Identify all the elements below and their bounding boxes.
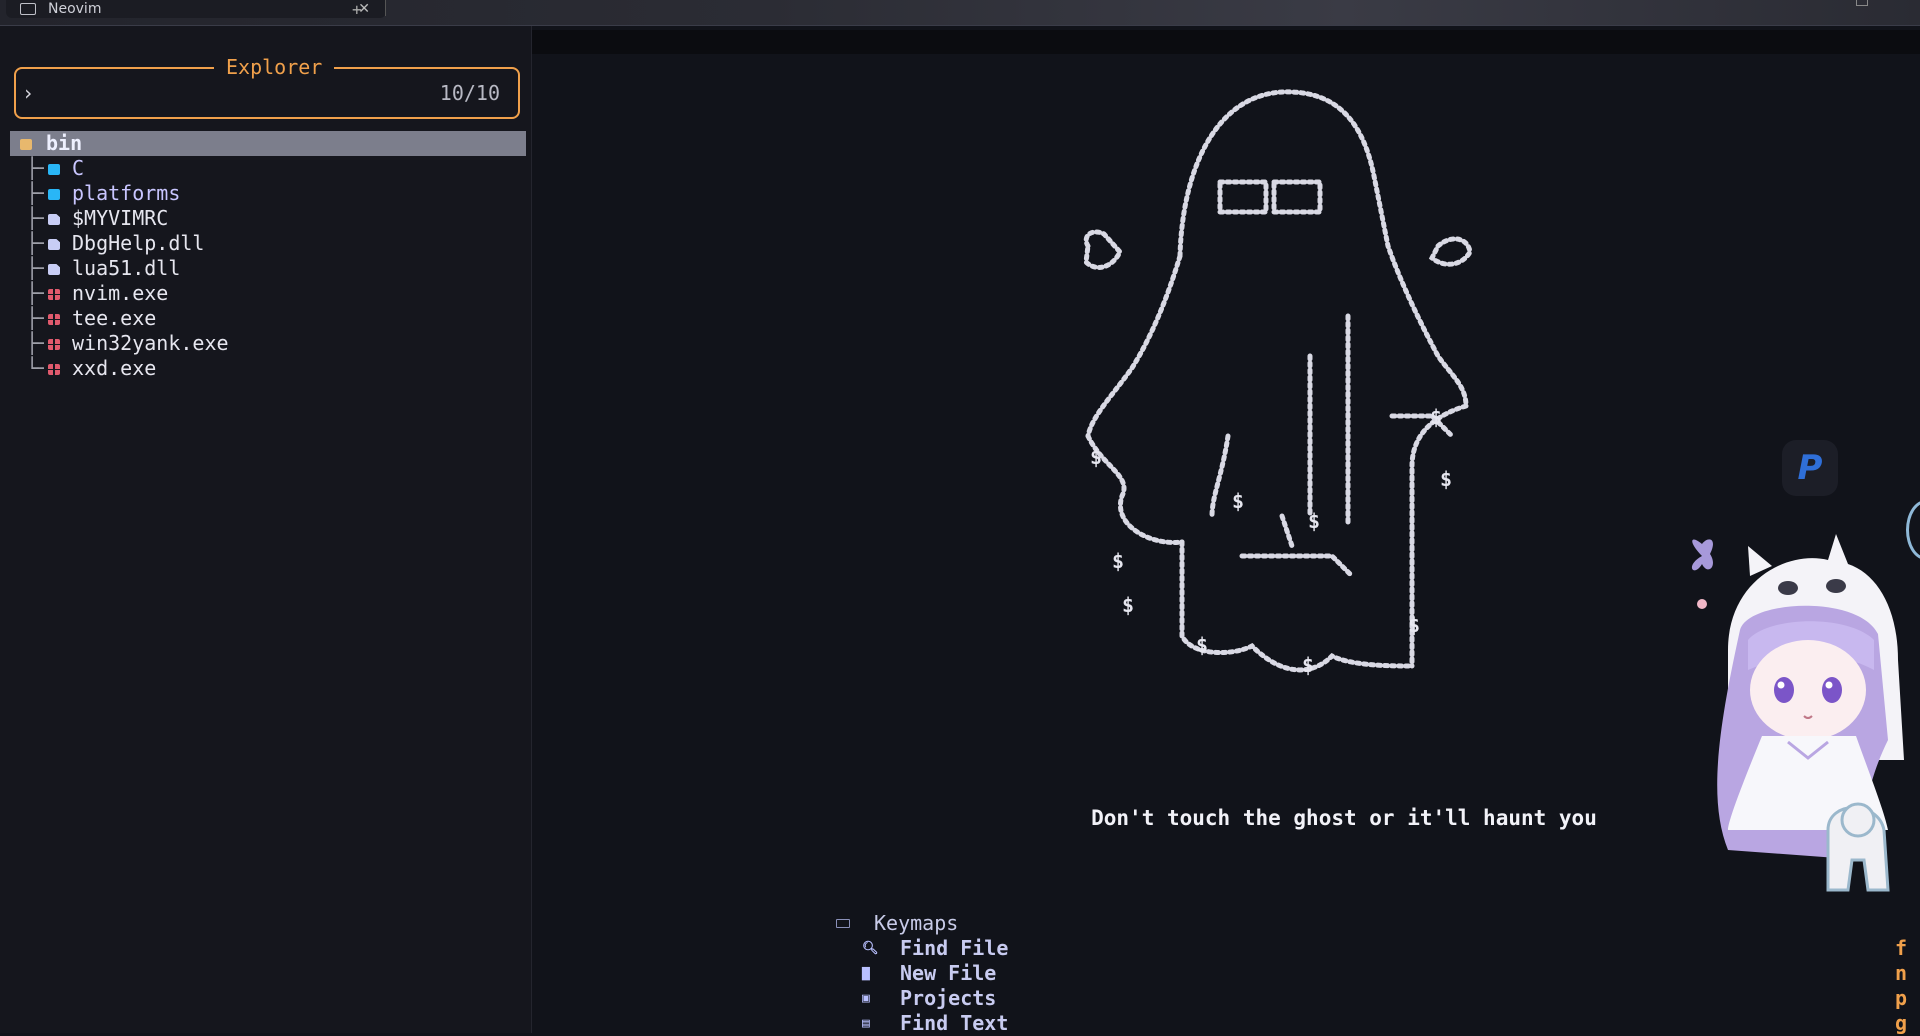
tree-guide: ├╴	[26, 156, 51, 180]
tree-item-platforms[interactable]: ├╴ platforms	[10, 181, 526, 206]
svg-text:$: $	[1112, 549, 1124, 573]
folder-open-icon	[20, 139, 32, 150]
keymap-key: f	[1895, 936, 1908, 960]
explorer-sidebar: Explorer › 10/10 bin ├╴ C ├╴ platforms ├…	[0, 26, 532, 1033]
projects-icon: ▣	[862, 991, 870, 1006]
keymap-key: n	[1895, 961, 1908, 985]
tree-guide: ├╴	[26, 181, 51, 205]
svg-text:$: $	[1308, 509, 1320, 533]
top-strip	[532, 30, 1920, 54]
tab-neovim[interactable]: Neovim ✕	[6, 0, 386, 18]
keymaps-title: Keymaps	[874, 911, 959, 935]
svg-text:$: $	[1440, 467, 1452, 491]
title-bar: Neovim ✕ +	[0, 0, 1920, 26]
tree-item-xxd[interactable]: └╴ xxd.exe	[10, 356, 526, 381]
chevron-right-icon: ›	[22, 81, 35, 105]
tree-guide: ├╴	[26, 331, 51, 355]
svg-text:$: $	[1196, 633, 1208, 657]
svg-text:$: $	[1408, 613, 1420, 637]
tree-item-label: C	[72, 156, 85, 180]
svg-text:$: $	[1122, 593, 1134, 617]
explorer-title: Explorer	[214, 54, 335, 80]
tree-item-tee[interactable]: ├╴ tee.exe	[10, 306, 526, 331]
butterfly-icon	[1691, 539, 1713, 571]
keymap-label: Find File	[900, 936, 1009, 960]
tree-item-label: xxd.exe	[72, 356, 157, 380]
tree-guide: ├╴	[26, 256, 51, 280]
tree-item-label: win32yank.exe	[72, 331, 229, 355]
keymap-find-text[interactable]: ▤ Find Text g	[832, 1011, 1907, 1036]
explorer-prompt[interactable]: Explorer › 10/10	[14, 54, 520, 119]
tree-item-label: platforms	[72, 181, 181, 205]
tree-item-dbghelp[interactable]: ├╴ DbgHelp.dll	[10, 231, 526, 256]
tree-item-label: $MYVIMRC	[72, 206, 169, 230]
keymap-new-file[interactable]: ▇ New File n	[832, 961, 1907, 986]
tree-guide: ├╴	[26, 231, 51, 255]
tree-item-nvim[interactable]: ├╴ nvim.exe	[10, 281, 526, 306]
folder-icon	[48, 164, 60, 175]
tree-item-label: nvim.exe	[72, 281, 169, 305]
p-badge-icon[interactable]: P	[1782, 440, 1838, 496]
tree-item-win32yank[interactable]: ├╴ win32yank.exe	[10, 331, 526, 356]
svg-text:$: $	[1302, 653, 1314, 677]
ghost-girl-mascot	[1691, 534, 1904, 892]
tree-item-label: bin	[46, 131, 83, 155]
tree-guide: └╴	[26, 356, 51, 380]
keymap-key: p	[1895, 986, 1908, 1010]
keymaps-section: Keymaps 🔍︎ Find File f ▇ New File n ▣ Pr…	[832, 911, 1907, 1036]
windows-exe-icon	[48, 339, 60, 350]
explorer-count: 10/10	[439, 81, 500, 105]
tree-item-label: lua51.dll	[72, 256, 181, 280]
svg-text:$: $	[1090, 445, 1102, 469]
tree-guide: ├╴	[26, 281, 51, 305]
tree-item-myvimrc[interactable]: ├╴ $MYVIMRC	[10, 206, 526, 231]
search-icon: 🔍︎	[862, 941, 879, 956]
tree-guide: ├╴	[26, 306, 51, 330]
folder-icon	[48, 189, 60, 200]
dashboard-tagline: Don't touch the ghost or it'll haunt you	[1091, 806, 1597, 830]
windows-exe-icon	[48, 289, 60, 300]
tree-item-c[interactable]: ├╴ C	[10, 156, 526, 181]
keyboard-icon	[836, 919, 850, 928]
tree-item-lua51[interactable]: ├╴ lua51.dll	[10, 256, 526, 281]
file-icon: ▇	[862, 966, 870, 981]
ghost-ascii-art: $ $ $ $ $ $ $ $ $ $	[1083, 89, 1473, 677]
file-icon	[48, 239, 60, 250]
tree-item-label: DbgHelp.dll	[72, 231, 205, 255]
new-tab-icon[interactable]: +	[352, 0, 362, 19]
keymap-find-file[interactable]: 🔍︎ Find File f	[832, 936, 1907, 961]
terminal-icon	[20, 3, 36, 15]
file-tree: bin ├╴ C ├╴ platforms ├╴ $MYVIMRC ├╴ Dbg…	[10, 131, 526, 381]
keymap-key: g	[1895, 1011, 1908, 1035]
tree-item-bin[interactable]: bin	[10, 131, 526, 156]
tree-guide: ├╴	[26, 206, 51, 230]
keymap-label: Projects	[900, 986, 997, 1010]
text-search-icon: ▤	[862, 1016, 870, 1031]
keymap-projects[interactable]: ▣ Projects p	[832, 986, 1907, 1011]
keymaps-header: Keymaps	[832, 911, 1772, 936]
tab-title: Neovim	[48, 1, 102, 17]
tab-divider	[385, 0, 386, 16]
keymap-label: Find Text	[900, 1011, 1009, 1035]
file-icon	[48, 264, 60, 275]
minimize-icon[interactable]	[1856, 0, 1868, 6]
svg-text:$: $	[1430, 405, 1442, 429]
svg-text:$: $	[1232, 489, 1244, 513]
tree-item-label: tee.exe	[72, 306, 157, 330]
windows-exe-icon	[48, 314, 60, 325]
windows-exe-icon	[48, 364, 60, 375]
keymap-label: New File	[900, 961, 997, 985]
file-icon	[48, 214, 60, 225]
